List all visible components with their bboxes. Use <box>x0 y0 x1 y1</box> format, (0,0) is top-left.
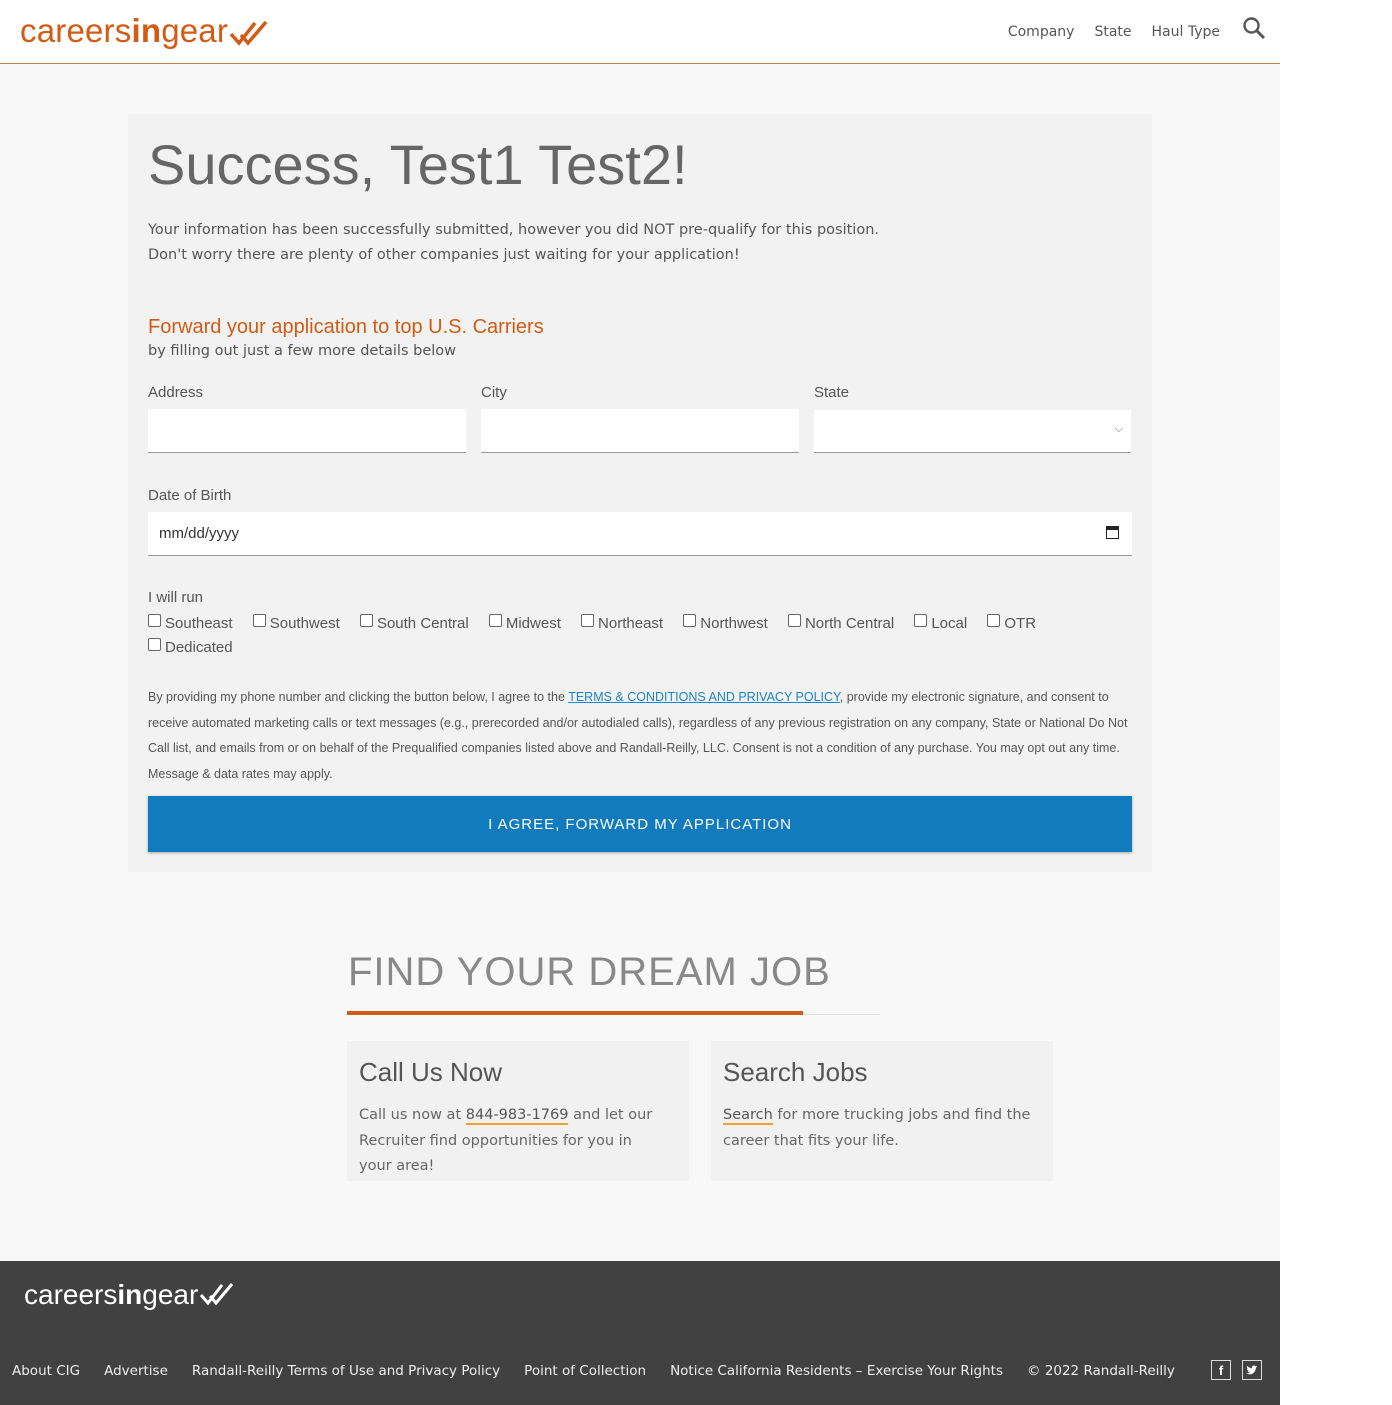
address-label: Address <box>148 384 204 401</box>
checkbox-north-central[interactable]: North Central <box>787 612 895 636</box>
footer-link-advertise[interactable]: Advertise <box>104 1363 168 1379</box>
footer-link-california-notice[interactable]: Notice California Residents – Exercise Y… <box>670 1363 1003 1379</box>
footer-links: About CIG Advertise Randall-Reilly Terms… <box>12 1363 1199 1379</box>
checkbox-box[interactable] <box>683 614 697 627</box>
checkbox-label: Northwest <box>700 615 768 632</box>
consent-text: By providing my phone number and clickin… <box>148 685 1133 787</box>
checkbox-box[interactable] <box>148 614 161 627</box>
checkbox-label: Dedicated <box>165 639 233 656</box>
checkbox-box[interactable] <box>581 614 595 627</box>
call-us-heading: Call Us Now <box>359 1057 503 1087</box>
search-jobs-box: Search Jobs Search for more trucking job… <box>711 1041 1053 1181</box>
checkbox-label: Northeast <box>598 615 664 632</box>
forward-title: Forward your application to top U.S. Car… <box>148 316 544 338</box>
footer-logo-text-gear: gear <box>142 1279 199 1310</box>
double-check-icon <box>229 16 269 54</box>
footer-link-about[interactable]: About CIG <box>12 1363 80 1379</box>
nav-state[interactable]: State <box>1094 24 1131 40</box>
search-link[interactable]: Search <box>723 1107 773 1125</box>
date-of-birth-field[interactable]: mm/dd/yyyy <box>148 512 1132 556</box>
state-label: State <box>814 384 850 401</box>
page: careersingear Company State Haul Type Su… <box>0 0 1280 1405</box>
dob-label: Date of Birth <box>148 487 232 504</box>
agree-forward-button[interactable]: I AGREE, FORWARD MY APPLICATION <box>148 796 1132 852</box>
run-label: I will run <box>148 589 204 606</box>
checkbox-label: Midwest <box>505 615 561 632</box>
checkbox-label: North Central <box>804 615 895 632</box>
checkbox-southwest[interactable]: Southwest <box>252 612 340 636</box>
checkbox-box[interactable] <box>787 614 801 627</box>
footer-link-terms[interactable]: Randall-Reilly Terms of Use and Privacy … <box>192 1363 500 1379</box>
footer-logo-text-careers: careers <box>24 1279 118 1310</box>
phone-link[interactable]: 844-983-1769 <box>465 1107 569 1125</box>
checkbox-dedicated[interactable]: Dedicated <box>148 636 233 660</box>
search-icon[interactable] <box>1242 16 1266 45</box>
footer-link-point-of-collection[interactable]: Point of Collection <box>524 1363 646 1379</box>
nav-company[interactable]: Company <box>1008 24 1075 40</box>
intro-line-1: Your information has been successfully s… <box>148 222 879 238</box>
city-field[interactable] <box>481 409 799 453</box>
checkbox-box[interactable] <box>488 614 502 627</box>
logo-text-in: in <box>131 12 162 49</box>
city-label: City <box>481 384 507 401</box>
dream-job-heading: FIND YOUR DREAM JOB <box>348 950 831 994</box>
checkbox-label: OTR <box>1004 615 1037 632</box>
page-title: Success, Test1 Test2! <box>148 133 688 196</box>
consent-text-pre: By providing my phone number and clickin… <box>148 690 569 704</box>
terms-link[interactable]: TERMS & CONDITIONS AND PRIVACY POLICY <box>568 690 840 704</box>
checkbox-label: South Central <box>376 615 469 632</box>
checkbox-otr[interactable]: OTR <box>987 612 1036 636</box>
intro-line-2: Don't worry there are plenty of other co… <box>148 247 740 263</box>
site-footer: careersingear About CIG Advertise Randal… <box>0 1261 1280 1405</box>
footer-logo[interactable]: careersingear <box>24 1279 235 1313</box>
call-us-text-pre: Call us now at <box>359 1107 466 1123</box>
checkbox-south-central[interactable]: South Central <box>359 612 469 636</box>
footer-logo-text-in: in <box>117 1279 143 1310</box>
checkbox-label: Southwest <box>269 615 340 632</box>
logo-text-careers: careers <box>20 12 132 49</box>
checkbox-label: Southeast <box>165 615 233 632</box>
address-field[interactable] <box>148 409 466 453</box>
call-us-text: Call us now at 844-983-1769 and let our … <box>359 1103 669 1180</box>
search-jobs-heading: Search Jobs <box>723 1057 868 1087</box>
copyright: © 2022 Randall-Reilly <box>1027 1363 1175 1379</box>
checkbox-box[interactable] <box>987 614 1001 627</box>
checkbox-box[interactable] <box>252 614 266 627</box>
checkbox-northeast[interactable]: Northeast <box>581 612 663 636</box>
logo-text-gear: gear <box>161 12 229 49</box>
application-card: Success, Test1 Test2! Your information h… <box>128 114 1152 872</box>
calendar-icon[interactable] <box>1106 526 1119 539</box>
forward-subtitle: by filling out just a few more details b… <box>148 343 456 359</box>
checkbox-southeast[interactable]: Southeast <box>148 612 233 636</box>
checkbox-box[interactable] <box>914 614 928 627</box>
dob-placeholder: mm/dd/yyyy <box>159 525 240 542</box>
checkbox-midwest[interactable]: Midwest <box>488 612 561 636</box>
heading-accent-bar <box>347 1011 803 1015</box>
checkbox-local[interactable]: Local <box>914 612 967 636</box>
intro-text: Your information has been successfully s… <box>148 218 879 268</box>
nav-haul-type[interactable]: Haul Type <box>1152 24 1220 40</box>
chevron-down-icon: ⌵ <box>1114 423 1123 435</box>
site-logo[interactable]: careersingear <box>20 12 269 54</box>
state-select[interactable]: ⌵ <box>814 410 1131 453</box>
checkbox-label: Local <box>931 615 968 632</box>
checkbox-box[interactable] <box>148 638 161 651</box>
run-options: Southeast Southwest South Central Midwes… <box>148 612 1148 660</box>
checkbox-box[interactable] <box>359 614 373 627</box>
search-jobs-text: Search for more trucking jobs and find t… <box>723 1103 1033 1154</box>
call-us-box: Call Us Now Call us now at 844-983-1769 … <box>347 1041 689 1181</box>
checkbox-northwest[interactable]: Northwest <box>683 612 768 636</box>
facebook-icon[interactable]: f <box>1211 1360 1231 1380</box>
site-header: careersingear Company State Haul Type <box>0 0 1280 64</box>
double-check-icon <box>199 1281 235 1313</box>
main-nav: Company State Haul Type <box>988 16 1266 45</box>
twitter-icon[interactable] <box>1242 1360 1262 1380</box>
